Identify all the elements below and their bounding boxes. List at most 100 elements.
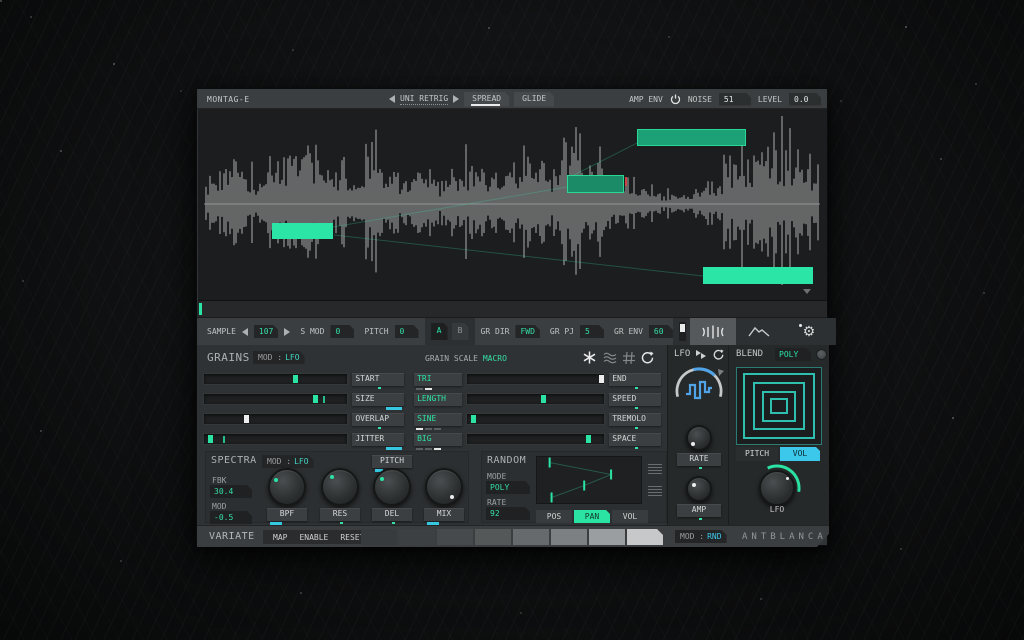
res-knob-label[interactable]: RES [320, 508, 360, 521]
spectra-mod-amt-value[interactable]: -0.5 [210, 511, 252, 524]
del-knob[interactable] [373, 468, 411, 506]
grain-slider-left[interactable] [203, 413, 348, 425]
fader-icon[interactable] [679, 322, 686, 341]
grains-mod-selector[interactable]: MOD :LFO [253, 351, 305, 364]
waves-icon[interactable] [603, 352, 617, 364]
grain-param-jitter[interactable]: JITTER [352, 433, 404, 446]
slider-handle[interactable] [208, 435, 213, 443]
glide-tab[interactable]: GLIDE [514, 92, 554, 107]
power-icon[interactable] [670, 94, 681, 105]
grain-slider-center[interactable] [466, 373, 605, 385]
lfo-wave-icon[interactable] [696, 350, 707, 359]
grain-param-overlap[interactable]: OVERLAP [352, 413, 404, 426]
grain-region-2[interactable] [567, 175, 624, 193]
grdir-value[interactable]: FWD [515, 325, 539, 338]
retrig-next-icon[interactable] [453, 95, 459, 103]
random-mode-value[interactable]: POLY [486, 481, 530, 494]
sample-next-icon[interactable] [284, 328, 290, 336]
slider-handle[interactable] [244, 415, 249, 423]
tab-grain-view[interactable] [690, 318, 736, 345]
grain-slider-left[interactable] [203, 373, 348, 385]
random-pos-button[interactable]: POS [536, 510, 572, 523]
random-menu-icon[interactable] [648, 464, 662, 474]
sample-prev-icon[interactable] [242, 328, 248, 336]
tab-a[interactable]: A [431, 323, 448, 340]
sample-value[interactable]: 107 [254, 325, 278, 338]
grpj-value[interactable]: 5 [580, 325, 604, 338]
variate-cell-7[interactable] [589, 529, 625, 545]
grain-slider-center[interactable] [466, 393, 605, 405]
blend-mode-value[interactable]: POLY [775, 348, 811, 361]
retrig-prev-icon[interactable] [389, 95, 395, 103]
grain-param-end[interactable]: END [609, 373, 661, 386]
blend-vol-button[interactable]: VOL [780, 447, 820, 461]
tab-settings-view[interactable]: ⚙ [782, 318, 836, 345]
blend-circle-button[interactable] [816, 349, 827, 360]
grain-param-speed[interactable]: SPEED [609, 393, 661, 406]
random-rate-value[interactable]: 92 [486, 507, 530, 520]
uni-retrig-selector[interactable]: UNI RETRIG [400, 94, 448, 105]
grain-slider-left[interactable] [203, 433, 348, 445]
lfo-amp-label[interactable]: AMP [677, 504, 721, 517]
tab-envelope-view[interactable] [736, 318, 782, 345]
level-value[interactable]: 0.0 [789, 93, 821, 106]
grain-scale-value[interactable]: MACRO [483, 354, 507, 363]
refresh-icon[interactable] [641, 351, 654, 364]
grenv-value[interactable]: 60 [649, 325, 673, 338]
smod-value[interactable]: 0 [330, 325, 354, 338]
lfo-shape-dial[interactable] [671, 363, 727, 419]
slider-handle[interactable] [293, 375, 298, 383]
grain-slider-left[interactable] [203, 393, 348, 405]
grain-param-size[interactable]: SIZE [352, 393, 404, 406]
random-visualizer[interactable] [536, 456, 642, 504]
random-vol-button[interactable]: VOL [612, 510, 648, 523]
grain-scale-sine[interactable]: SINE [414, 413, 462, 426]
slider-handle[interactable] [586, 435, 591, 443]
variate-cell-1[interactable] [361, 529, 397, 545]
variate-cell-4[interactable] [475, 529, 511, 545]
noise-value[interactable]: 51 [719, 93, 751, 106]
variate-mod-selector[interactable]: MOD :RND [675, 530, 727, 543]
bpf-knob[interactable] [268, 468, 306, 506]
grain-region-4[interactable] [703, 267, 813, 284]
slider-handle[interactable] [599, 375, 604, 383]
slider-handle[interactable] [541, 395, 546, 403]
variate-cell-2[interactable] [399, 529, 435, 545]
grain-scale-length[interactable]: LENGTH [414, 393, 462, 406]
lfo-rate-knob[interactable] [686, 425, 712, 451]
res-knob[interactable] [321, 468, 359, 506]
tab-b[interactable]: B [452, 323, 469, 340]
del-knob-label[interactable]: DEL [372, 508, 412, 521]
grain-scale-tri[interactable]: TRI [414, 373, 462, 386]
enable-button[interactable]: ENABLE [299, 533, 328, 542]
grain-slider-center[interactable] [466, 433, 605, 445]
fbk-value[interactable]: 30.4 [210, 485, 252, 498]
variate-cell-5[interactable] [513, 529, 549, 545]
slider-handle[interactable] [471, 415, 476, 423]
waveform-display[interactable] [198, 109, 827, 301]
grid-icon[interactable] [623, 352, 635, 364]
slider-handle[interactable] [313, 395, 318, 403]
lfo-rate-label[interactable]: RATE [677, 453, 721, 466]
spectra-pitch-button[interactable]: PITCH [372, 455, 412, 468]
variate-cell-6[interactable] [551, 529, 587, 545]
grain-region-1[interactable] [637, 129, 746, 146]
blend-lfo-knob[interactable] [759, 470, 795, 506]
random-menu-icon-2[interactable] [648, 486, 662, 496]
position-strip[interactable] [197, 301, 827, 318]
grain-param-start[interactable]: START [352, 373, 404, 386]
grain-slider-center[interactable] [466, 413, 605, 425]
mix-knob-label[interactable]: MIX [424, 508, 464, 521]
bpf-knob-label[interactable]: BPF [267, 508, 307, 521]
map-button[interactable]: MAP [273, 533, 287, 542]
freeze-icon[interactable] [583, 351, 596, 364]
grain-region-3[interactable] [272, 223, 333, 239]
spectra-mod-selector[interactable]: MOD :LFO [262, 455, 314, 468]
lfo-retrig-icon[interactable] [713, 349, 724, 360]
scroll-down-icon[interactable] [803, 289, 811, 294]
grain-scale-big[interactable]: BIG [414, 433, 462, 446]
variate-cell-8[interactable] [627, 529, 663, 545]
spread-tab[interactable]: SPREAD [464, 92, 509, 107]
mix-knob[interactable] [425, 468, 463, 506]
grain-param-space[interactable]: SPACE [609, 433, 661, 446]
